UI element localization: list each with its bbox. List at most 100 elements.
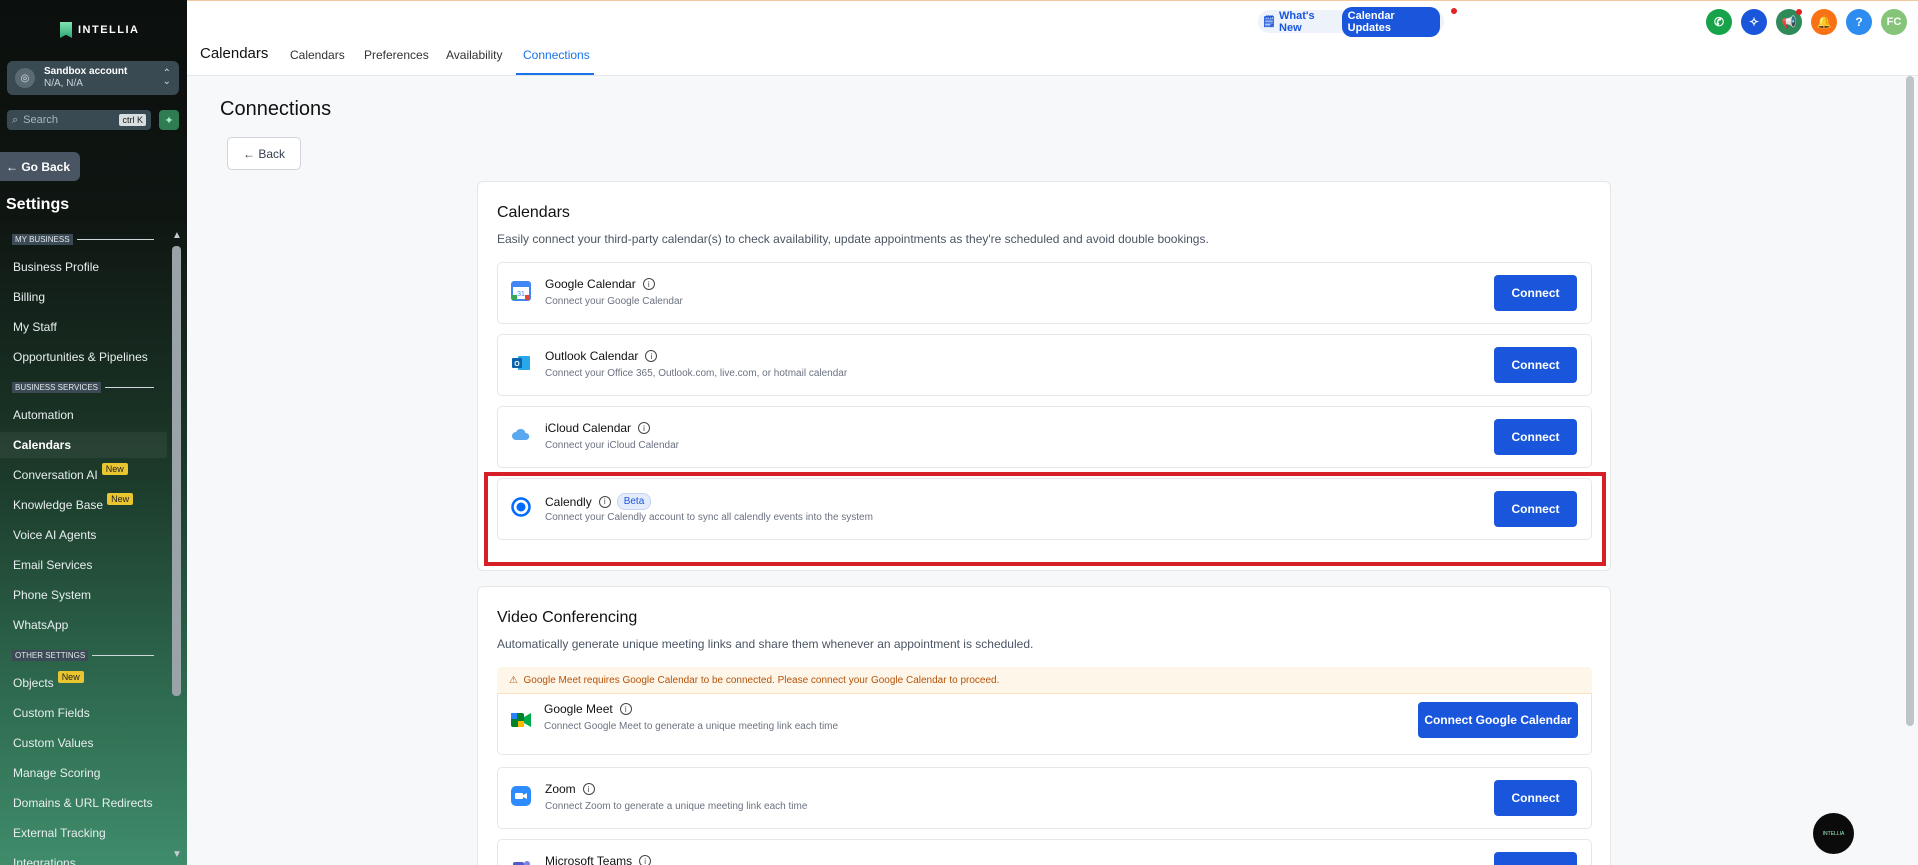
search-input[interactable]: ⌕ Search ctrl K [7,110,151,130]
zoom-row: Zoom i Connect Zoom to generate a unique … [497,767,1592,829]
video-card-title: Video Conferencing [497,609,638,626]
sidebar-item-billing[interactable]: Billing [0,284,167,310]
whats-new-label: What's New [1279,9,1315,34]
sidebar-item-objects[interactable]: Objects New [0,670,167,696]
scroll-down-icon[interactable]: ▼ [172,849,182,860]
sidebar-item-label: Domains & URL Redirects [13,796,153,810]
icloud-calendar-desc: Connect your iCloud Calendar [545,440,679,451]
ai-sparkle-button[interactable]: ✦ [159,110,179,130]
sidebar-scrollbar[interactable]: ▲ ▼ [172,230,182,860]
zoom-name: Zoom [545,782,576,796]
video-conferencing-card: Video Conferencing Automatically generat… [477,586,1611,865]
sidebar-item-domains[interactable]: Domains & URL Redirects [0,790,167,816]
sidebar-item-label: Objects [13,676,54,690]
sidebar-item-label: Phone System [13,588,92,602]
google-meet-icon [511,713,531,727]
sidebar-item-label: WhatsApp [13,618,69,632]
go-back-label: Go Back [21,159,71,174]
section-other-settings: OTHER SETTINGS [12,650,154,661]
calendars-card-title: Calendars [497,204,570,221]
sidebar-item-business-profile[interactable]: Business Profile [0,254,167,280]
sidebar-item-integrations[interactable]: Integrations [0,850,167,865]
account-location: N/A, N/A [44,78,83,89]
connect-microsoft-teams-button[interactable]: Connect [1494,852,1577,865]
sidebar-item-label: Integrations [13,856,76,865]
scrollbar-thumb[interactable] [172,246,181,696]
sidebar-item-my-staff[interactable]: My Staff [0,314,167,340]
highlight-box [484,472,1606,566]
tab-preferences[interactable]: Preferences [364,48,429,62]
connect-outlook-calendar-button[interactable]: Connect [1494,347,1577,383]
outlook-calendar-row: O Outlook Calendar i Connect your Office … [497,334,1592,396]
outlook-icon: O [512,356,530,370]
notification-dot [1451,8,1457,14]
sidebar-item-external-tracking[interactable]: External Tracking [0,820,167,846]
account-icon: ◎ [15,68,35,88]
settings-title: Settings [6,196,70,213]
icloud-icon [512,428,530,440]
help-icon[interactable]: ? [1846,9,1872,35]
info-icon[interactable]: i [645,350,658,362]
avatar[interactable]: FC [1881,9,1907,35]
phone-icon[interactable]: ✆ [1706,9,1732,35]
new-badge: New [57,671,84,683]
sidebar-item-knowledge-base[interactable]: Knowledge Base New [0,492,167,518]
section-label: BUSINESS SERVICES [12,382,101,393]
connect-google-calendar-button[interactable]: Connect Google Calendar [1418,702,1578,738]
calendar-updates-button[interactable]: Calendar Updates [1341,6,1440,37]
microsoft-teams-name: Microsoft Teams [545,854,633,865]
section-label: OTHER SETTINGS [12,650,89,661]
sidebar-item-custom-values[interactable]: Custom Values [0,730,167,756]
sidebar-item-label: Opportunities & Pipelines [13,350,148,364]
connect-google-calendar-button[interactable]: Connect [1494,275,1577,311]
magic-wand-icon[interactable]: ✧ [1741,9,1767,35]
tab-connections[interactable]: Connections [523,48,590,62]
info-icon[interactable]: i [639,855,652,865]
sidebar-item-manage-scoring[interactable]: Manage Scoring [0,760,167,786]
zoom-desc: Connect Zoom to generate a unique meetin… [545,801,808,812]
sidebar-item-conversation-ai[interactable]: Conversation AI New [0,462,167,488]
go-back-button[interactable]: ← Go Back [0,152,80,181]
sidebar-item-voice-ai-agents[interactable]: Voice AI Agents [0,522,167,548]
google-calendar-icon: 31 [511,281,531,301]
calendars-card-description: Easily connect your third-party calendar… [497,232,1209,246]
sidebar-item-label: External Tracking [13,826,106,840]
microsoft-teams-icon [513,861,530,865]
google-calendar-desc: Connect your Google Calendar [545,296,683,307]
sidebar-item-label: Business Profile [13,260,100,274]
new-badge: New [101,463,128,475]
info-icon[interactable]: i [619,703,632,715]
sidebar-item-email-services[interactable]: Email Services [0,552,167,578]
sidebar-item-calendars[interactable]: Calendars [0,432,167,458]
info-icon[interactable]: i [582,783,595,795]
warning-text: Google Meet requires Google Calendar to … [523,674,1000,686]
brand-logo: INTELLIA [60,22,140,38]
google-meet-name: Google Meet [544,702,613,716]
info-icon[interactable]: i [642,278,655,290]
section-my-business: MY BUSINESS [12,234,154,245]
scroll-up-icon[interactable]: ▲ [172,230,182,244]
sidebar-item-custom-fields[interactable]: Custom Fields [0,700,167,726]
connect-zoom-button[interactable]: Connect [1494,780,1577,816]
sidebar-item-automation[interactable]: Automation [0,402,167,428]
sidebar-item-label: Billing [13,290,46,304]
sidebar-item-opportunities[interactable]: Opportunities & Pipelines [0,344,167,370]
sidebar: INTELLIA ◎ Sandbox account N/A, N/A ⌃ ⌄ ⌕… [0,0,187,865]
chat-widget-button[interactable]: INTELLIA [1813,813,1854,854]
back-button[interactable]: ← Back [227,137,301,170]
account-switcher[interactable]: ◎ Sandbox account N/A, N/A ⌃ ⌄ [7,61,179,95]
search-shortcut: ctrl K [119,114,146,126]
main-scrollbar[interactable] [1906,76,1914,726]
google-meet-desc: Connect Google Meet to generate a unique… [544,721,839,732]
tab-availability[interactable]: Availability [446,48,502,62]
whats-new-pill[interactable]: 🗒 What's New Calendar Updates [1258,6,1444,37]
tab-calendars[interactable]: Calendars [290,48,345,62]
sidebar-item-label: Custom Fields [13,706,90,720]
sidebar-item-whatsapp[interactable]: WhatsApp [0,612,167,638]
outlook-calendar-name: Outlook Calendar [545,349,639,363]
bell-icon[interactable]: 🔔 [1811,9,1837,35]
connect-icloud-calendar-button[interactable]: Connect [1494,419,1577,455]
google-calendar-name: Google Calendar [545,277,636,291]
info-icon[interactable]: i [638,422,651,434]
sidebar-item-phone-system[interactable]: Phone System [0,582,167,608]
